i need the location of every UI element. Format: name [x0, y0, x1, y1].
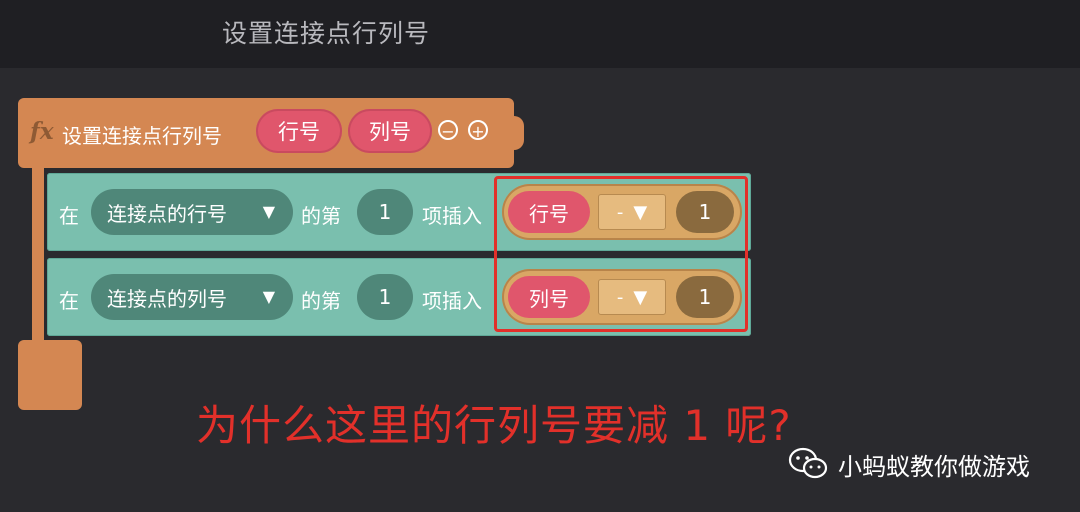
- block-text-insert: 项插入: [422, 204, 482, 228]
- dropdown-arrow-icon: ▼: [262, 202, 275, 221]
- watermark: 小蚂蚁教你做游戏: [788, 446, 1030, 482]
- param-col-number[interactable]: 列号: [348, 109, 432, 153]
- top-bar: 设置连接点行列号: [0, 0, 1080, 68]
- add-param-icon[interactable]: +: [468, 120, 488, 141]
- block-text-insert: 项插入: [422, 289, 482, 313]
- block-connector: [510, 116, 524, 150]
- block-text-index: 的第: [301, 204, 341, 228]
- function-name: 设置连接点行列号: [62, 124, 222, 148]
- index-input[interactable]: 1: [357, 189, 413, 235]
- dropdown-arrow-icon: ▼: [262, 287, 275, 306]
- highlight-box: [494, 176, 748, 332]
- function-end-block: [18, 340, 82, 410]
- wechat-icon: [788, 447, 828, 479]
- list-dropdown[interactable]: 连接点的列号 ▼: [91, 274, 293, 320]
- fx-icon: fx: [30, 118, 54, 145]
- remove-param-icon[interactable]: −: [438, 120, 458, 141]
- function-definition-block[interactable]: fx 设置连接点行列号 行号 列号 − +: [18, 98, 524, 168]
- list-dropdown-label: 连接点的列号: [107, 286, 227, 311]
- block-text-in: 在: [59, 204, 79, 228]
- list-dropdown[interactable]: 连接点的行号 ▼: [91, 189, 293, 235]
- list-dropdown-label: 连接点的行号: [107, 201, 227, 226]
- annotation-question: 为什么这里的行列号要减 1 呢?: [196, 401, 792, 450]
- param-row-number[interactable]: 行号: [256, 109, 342, 153]
- watermark-text: 小蚂蚁教你做游戏: [838, 452, 1030, 481]
- page-title: 设置连接点行列号: [222, 19, 431, 48]
- function-body-spine: [32, 166, 44, 346]
- block-text-in: 在: [59, 289, 79, 313]
- index-input[interactable]: 1: [357, 274, 413, 320]
- block-text-index: 的第: [301, 289, 341, 313]
